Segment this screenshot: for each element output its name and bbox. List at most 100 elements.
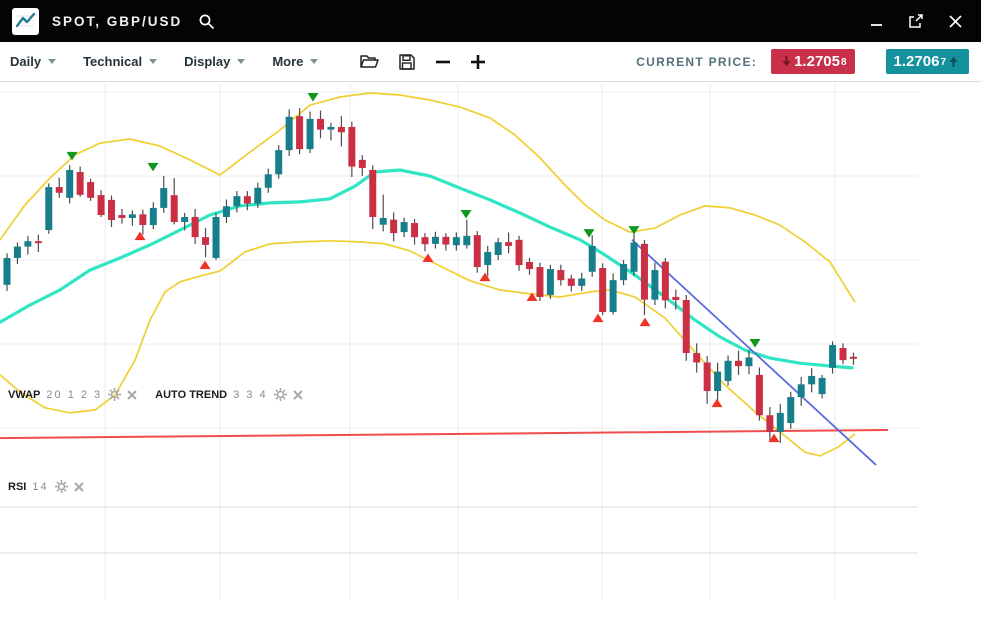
bid-price-badge: 1.27058 [771, 49, 854, 74]
gridlines [0, 84, 918, 600]
candle-body [683, 300, 690, 353]
candle-body [139, 214, 146, 225]
candle-body [265, 174, 272, 187]
candle-body [547, 269, 554, 295]
auto-trendline-red[interactable] [0, 430, 888, 438]
window-titlebar: SPOT, GBP/USD [0, 0, 981, 42]
candle-body [14, 247, 21, 258]
candle-body [442, 237, 449, 245]
chevron-down-icon [310, 59, 318, 64]
candle-body [568, 278, 575, 285]
candle-body [610, 280, 617, 312]
zoom-in-icon[interactable] [470, 54, 486, 70]
candle-body [745, 357, 752, 366]
menu-display[interactable]: Display [184, 54, 245, 69]
popout-button[interactable] [908, 13, 924, 29]
candle-body [202, 237, 209, 245]
sell-triangle-icon [584, 229, 595, 238]
candle-body [129, 214, 136, 218]
candle-body [98, 195, 105, 215]
candle-body [693, 353, 700, 362]
candle-body [850, 357, 857, 359]
candle-body [505, 242, 512, 246]
indicator-legend-row: VWAP 20 1 2 3 AUTO TREND 3 3 4 [8, 388, 303, 401]
vwap-label: VWAP [8, 389, 40, 401]
zoom-out-icon[interactable] [435, 54, 451, 70]
buy-triangle-icon [200, 261, 211, 270]
minimize-button[interactable] [870, 14, 884, 28]
rsi-settings-gear-icon[interactable] [55, 480, 68, 493]
autotrend-settings-gear-icon[interactable] [274, 388, 287, 401]
vwap-settings-gear-icon[interactable] [108, 388, 121, 401]
candle-body [631, 243, 638, 272]
candle-body [390, 220, 397, 233]
candle-body [171, 195, 178, 222]
sell-triangle-icon [148, 163, 159, 172]
candle-body [484, 252, 491, 265]
vwap-remove-icon[interactable] [127, 390, 137, 400]
candle-body [808, 376, 815, 384]
vwap-legend: VWAP 20 1 2 3 [8, 388, 137, 401]
candle-body [254, 188, 261, 204]
candle-body [589, 246, 596, 272]
bollinger-upper-line [0, 93, 855, 302]
rsi-legend-row: RSI 14 [8, 480, 84, 493]
candle-body [380, 218, 387, 225]
candle-body [359, 160, 366, 168]
chart-area: VWAP 20 1 2 3 AUTO TREND 3 3 4 [0, 82, 981, 624]
arrow-up-icon [949, 56, 958, 67]
candle-body [118, 215, 125, 218]
menu-technical[interactable]: Technical [83, 54, 157, 69]
buy-triangle-icon [135, 232, 146, 241]
buy-triangle-icon [640, 318, 651, 327]
sell-triangle-icon [308, 93, 319, 102]
candle-body [829, 345, 836, 368]
search-icon[interactable] [198, 13, 215, 30]
chevron-down-icon [237, 59, 245, 64]
candle-body [307, 119, 314, 149]
menu-more[interactable]: More [272, 54, 318, 69]
menu-interval[interactable]: Daily [10, 54, 56, 69]
candle-body [662, 262, 669, 301]
candle-body [840, 348, 847, 360]
candle-body [474, 235, 481, 267]
buy-triangle-icon [480, 273, 491, 282]
candle-body [4, 258, 11, 285]
candle-body [45, 187, 52, 230]
candle-body [244, 196, 251, 203]
candle-body [516, 240, 523, 265]
candle-body [87, 182, 94, 198]
candle-body [578, 278, 585, 285]
vwap-params: 20 1 2 3 [46, 389, 102, 401]
candle-body [651, 270, 658, 300]
rsi-remove-icon[interactable] [74, 482, 84, 492]
candle-body [56, 187, 63, 193]
candle-body [599, 268, 606, 312]
candle-body [317, 119, 324, 130]
candle-body [495, 242, 502, 255]
candle-body [327, 127, 334, 130]
candle-body [181, 217, 188, 222]
candle-body [557, 270, 564, 280]
chevron-down-icon [48, 59, 56, 64]
candle-body [192, 217, 199, 237]
save-icon[interactable] [398, 53, 416, 71]
sell-triangle-icon [750, 339, 761, 348]
candle-body [160, 188, 167, 208]
candle-body [150, 208, 157, 225]
candle-body [453, 237, 460, 245]
current-price-panel: CURRENT PRICE: 1.27058 1.27067 [636, 49, 971, 74]
close-button[interactable] [948, 14, 963, 29]
rsi-label: RSI [8, 481, 26, 493]
buy-triangle-icon [712, 399, 723, 408]
autotrend-remove-icon[interactable] [293, 390, 303, 400]
candle-body [411, 223, 418, 237]
window-controls [870, 13, 969, 29]
window-title: SPOT, GBP/USD [52, 14, 182, 29]
candle-body [536, 267, 543, 297]
chart-canvas[interactable] [0, 82, 981, 624]
candle-body [725, 361, 732, 381]
open-folder-icon[interactable] [359, 53, 379, 70]
bollinger-lower-line [0, 241, 855, 456]
candle-body [338, 127, 345, 132]
